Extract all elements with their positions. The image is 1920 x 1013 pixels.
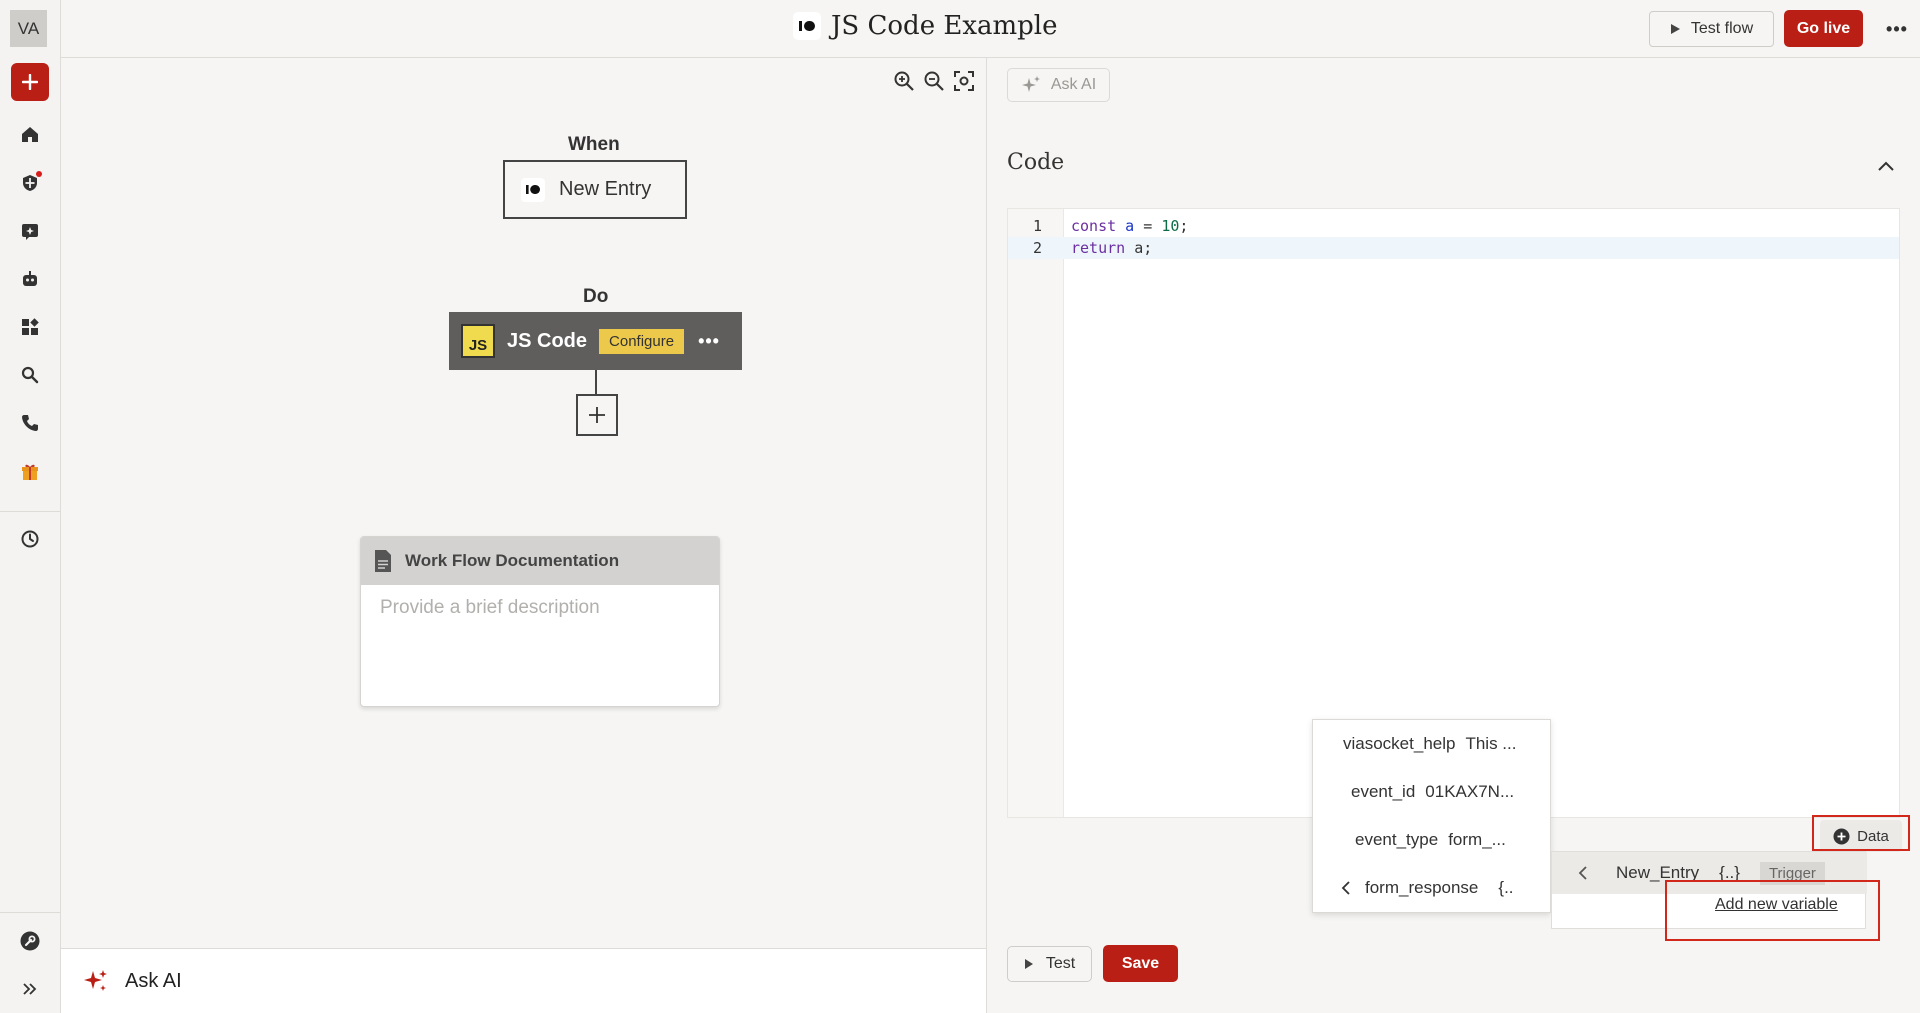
documentation-input[interactable]: Provide a brief description [361, 585, 719, 631]
play-icon [1670, 24, 1680, 34]
expand-icon[interactable] [16, 975, 44, 1003]
code-text: const a = 10; [1071, 217, 1189, 235]
sparkle-icon [1021, 76, 1040, 92]
ai-sparkle-icon[interactable] [16, 217, 44, 245]
js-logo-icon: JS [461, 324, 495, 358]
documentation-title: Work Flow Documentation [405, 551, 620, 570]
chevron-up-icon[interactable] [1874, 154, 1898, 178]
connector-line [595, 370, 597, 394]
search-icon[interactable] [16, 361, 44, 389]
suggestion-value: This ... [1465, 734, 1517, 753]
suggestion-value: 01KAX7N... [1425, 782, 1515, 801]
zoom-out-icon[interactable] [923, 70, 945, 92]
code-line[interactable]: 1 const a = 10; [1008, 215, 1899, 237]
configure-badge[interactable]: Configure [599, 328, 685, 354]
action-label: JS Code [507, 329, 588, 352]
plus-icon [589, 407, 605, 423]
go-live-button[interactable]: Go live [1784, 10, 1863, 47]
variable-suggestions: viasocket_help This ... event_id 01KAX7N… [1312, 719, 1551, 913]
top-header: JS Code Example Test flow Go live ••• [61, 0, 1920, 58]
sparkle-icon [84, 970, 107, 991]
avatar[interactable]: VA [10, 10, 47, 47]
suggestion-item[interactable]: event_id 01KAX7N... [1313, 768, 1552, 816]
gift-icon[interactable] [16, 458, 44, 486]
test-label: Test [1045, 955, 1076, 972]
highlight-box [1665, 880, 1880, 941]
line-number: 1 [1032, 217, 1042, 235]
add-step-button[interactable] [576, 394, 618, 436]
support-icon[interactable] [16, 927, 44, 955]
suggestion-item[interactable]: viasocket_help This ... [1313, 720, 1552, 768]
suggestion-key: event_type [1355, 830, 1439, 849]
code-heading: Code [1007, 150, 1065, 175]
test-button[interactable]: Test [1007, 946, 1092, 982]
plus-icon [22, 74, 38, 90]
more-options-button[interactable]: ••• [1882, 14, 1912, 44]
app-logo-icon [793, 12, 821, 40]
zoom-tools [893, 70, 975, 92]
page-title[interactable]: JS Code Example [831, 11, 1057, 41]
suggestion-key: form_response [1365, 878, 1479, 897]
suggestion-key: event_id [1351, 782, 1416, 801]
ask-ai-button-label: Ask AI [1050, 76, 1097, 93]
history-icon[interactable] [16, 525, 44, 553]
flow-canvas[interactable]: When New Entry Do JS JS Code Configure •… [61, 58, 987, 948]
code-text: return a; [1071, 239, 1153, 257]
create-button[interactable] [11, 63, 49, 101]
documentation-header: Work Flow Documentation [361, 537, 719, 585]
when-label: When [568, 134, 620, 155]
flow-title: JS Code Example [793, 11, 1057, 41]
notification-dot [36, 171, 42, 177]
ask-ai-label: Ask AI [125, 969, 182, 992]
test-flow-button[interactable]: Test flow [1649, 11, 1774, 47]
trigger-label: New Entry [559, 178, 652, 200]
suggestion-item[interactable]: event_type form_... [1313, 816, 1552, 864]
phone-icon[interactable] [16, 409, 44, 437]
code-line[interactable]: 2 return a; [1008, 237, 1899, 259]
document-icon [375, 550, 391, 572]
ask-ai-bar[interactable]: Ask AI [61, 948, 987, 1013]
shield-icon[interactable] [16, 169, 44, 197]
suggestion-key: viasocket_help [1343, 734, 1456, 753]
documentation-card[interactable]: Work Flow Documentation Provide a brief … [360, 536, 720, 707]
home-icon[interactable] [16, 120, 44, 148]
suggestion-value: {.. [1498, 878, 1514, 897]
ask-ai-button[interactable]: Ask AI [1007, 68, 1110, 102]
line-gutter [1008, 209, 1064, 817]
highlight-box [1812, 815, 1910, 851]
do-label: Do [583, 286, 609, 307]
node-more-button[interactable]: ••• [698, 331, 720, 352]
suggestion-value: form_... [1448, 830, 1506, 849]
sidebar: VA [0, 0, 61, 1013]
js-code-node[interactable]: JS JS Code Configure ••• [449, 312, 742, 370]
zoom-in-icon[interactable] [893, 70, 915, 92]
sidebar-divider [0, 511, 61, 512]
trigger-node[interactable]: New Entry [503, 160, 687, 219]
chevron-left-icon[interactable] [1578, 866, 1588, 880]
fit-view-icon[interactable] [953, 70, 975, 92]
bot-icon[interactable] [16, 265, 44, 293]
suggestion-item[interactable]: form_response {.. [1313, 864, 1552, 912]
chevron-left-icon [1341, 881, 1350, 895]
apps-icon[interactable] [16, 313, 44, 341]
save-button[interactable]: Save [1103, 945, 1178, 982]
test-flow-label: Test flow [1690, 20, 1754, 37]
sidebar-divider [0, 912, 61, 913]
line-number: 2 [1032, 239, 1042, 257]
app-logo-icon [521, 177, 545, 202]
play-icon [1024, 959, 1033, 969]
